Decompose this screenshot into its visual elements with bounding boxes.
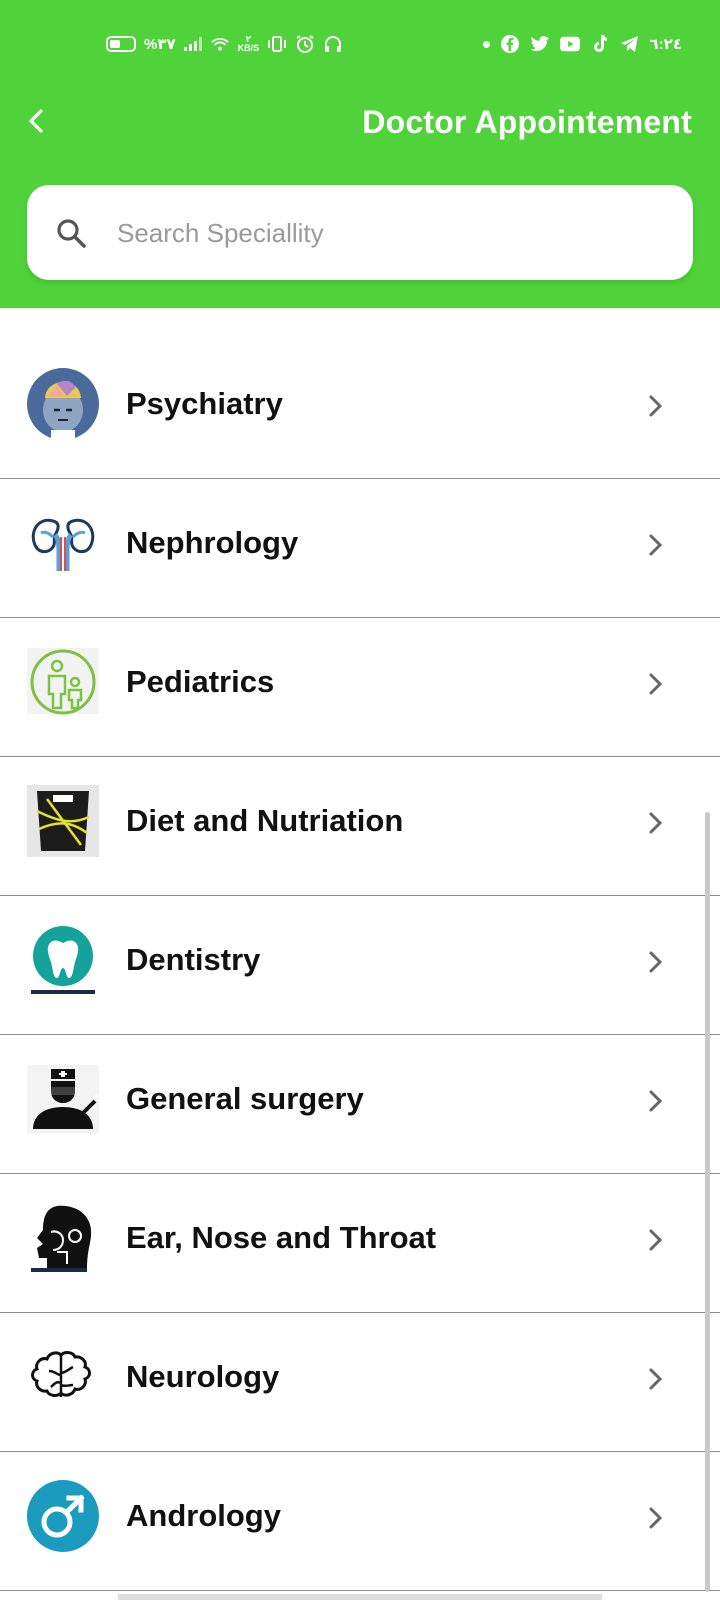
battery-icon xyxy=(106,36,136,52)
scrollbar[interactable] xyxy=(705,812,710,1592)
vibrate-icon xyxy=(267,34,287,54)
speciality-row-neurology[interactable]: Neurology xyxy=(0,1313,720,1452)
speciality-label: Andrology xyxy=(126,1498,281,1533)
network-speed-unit: KB/S xyxy=(237,43,260,53)
search-bar[interactable] xyxy=(27,185,693,280)
speciality-row-general-surgery[interactable]: General surgery xyxy=(0,1035,720,1174)
facebook-icon xyxy=(500,34,520,54)
search-input[interactable] xyxy=(115,207,659,259)
speciality-list: Psychiatry Nephrology Pediatrics Diet an… xyxy=(0,340,720,1591)
page-title: Doctor Appointement xyxy=(362,104,692,140)
speciality-label: General surgery xyxy=(126,1081,364,1116)
notification-dot-icon xyxy=(482,40,490,48)
tiktok-icon xyxy=(590,34,610,54)
speciality-label: Dentistry xyxy=(126,942,261,977)
speciality-row-nephrology[interactable]: Nephrology xyxy=(0,479,720,618)
speciality-row-andrology[interactable]: Andrology xyxy=(0,1452,720,1591)
chevron-left-icon xyxy=(29,109,43,133)
twitter-icon xyxy=(530,34,550,54)
app-header: %٣٧ ٢ KB/S ٦:٢٤ Doctor Appointement Sear… xyxy=(0,0,720,308)
scale-tape-icon xyxy=(27,785,99,857)
network-speed: ٢ KB/S xyxy=(238,35,260,53)
chevron-right-icon xyxy=(649,534,663,556)
surgeon-icon xyxy=(27,1063,99,1135)
speciality-label: Psychiatry xyxy=(126,386,283,421)
speciality-label: Ear, Nose and Throat xyxy=(126,1220,437,1255)
speciality-label: Diet and Nutriation xyxy=(126,803,404,838)
next-row-edge xyxy=(118,1594,602,1600)
chevron-right-icon xyxy=(649,1090,663,1112)
clock-time: ٦:٢٤ xyxy=(649,36,682,53)
speciality-label: Nephrology xyxy=(126,525,299,560)
battery-percent: %٣٧ xyxy=(144,36,176,53)
signal-icon xyxy=(183,37,202,51)
male-symbol-icon xyxy=(27,1480,99,1552)
chevron-right-icon xyxy=(649,673,663,695)
speciality-row-pediatrics[interactable]: Pediatrics xyxy=(0,618,720,757)
kidney-icon xyxy=(27,507,99,579)
speciality-row-psychiatry[interactable]: Psychiatry xyxy=(0,340,720,479)
headphones-icon xyxy=(323,34,343,54)
youtube-icon xyxy=(559,34,580,54)
speciality-row-diet-nutrition[interactable]: Diet and Nutriation xyxy=(0,757,720,896)
back-button[interactable] xyxy=(22,106,52,136)
tooth-icon xyxy=(27,924,99,996)
chevron-right-icon xyxy=(649,1507,663,1529)
telegram-icon xyxy=(620,34,640,54)
chevron-right-icon xyxy=(649,812,663,834)
chevron-right-icon xyxy=(649,1368,663,1390)
speciality-row-ent[interactable]: Ear, Nose and Throat xyxy=(0,1174,720,1313)
chevron-right-icon xyxy=(649,951,663,973)
brain-icon xyxy=(27,1341,99,1413)
parent-child-icon xyxy=(27,646,99,718)
speciality-label: Pediatrics xyxy=(126,664,275,699)
speciality-label: Neurology xyxy=(126,1359,280,1394)
wifi-icon xyxy=(210,34,230,54)
chevron-right-icon xyxy=(649,395,663,417)
status-bar: %٣٧ ٢ KB/S ٦:٢٤ xyxy=(0,28,720,64)
alarm-icon xyxy=(295,34,315,54)
head-profile-icon xyxy=(27,1202,99,1274)
chevron-right-icon xyxy=(649,1229,663,1251)
psychiatry-icon xyxy=(27,368,99,440)
search-icon xyxy=(57,219,86,248)
speciality-row-dentistry[interactable]: Dentistry xyxy=(0,896,720,1035)
